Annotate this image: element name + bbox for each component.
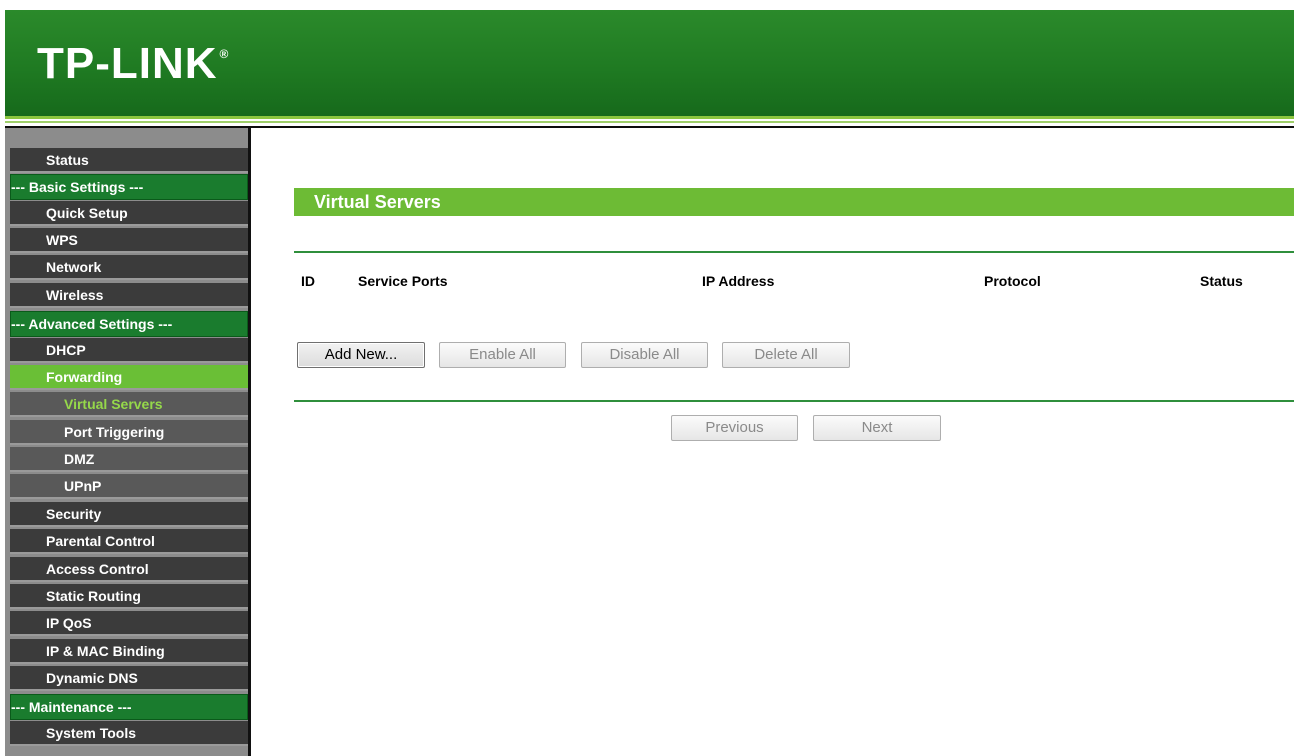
registered-mark: ® bbox=[219, 47, 230, 61]
column-header-id: ID bbox=[301, 273, 315, 289]
sidebar-item-wps[interactable]: WPS bbox=[10, 228, 248, 253]
sidebar-section-basic-settings: --- Basic Settings --- bbox=[10, 174, 248, 200]
sidebar-item-security[interactable]: Security bbox=[10, 502, 248, 527]
sidebar-item-quick-setup[interactable]: Quick Setup bbox=[10, 201, 248, 226]
enable-all-button[interactable]: Enable All bbox=[439, 342, 566, 368]
sidebar-item-network[interactable]: Network bbox=[10, 255, 248, 280]
sidebar-item-status[interactable]: Status bbox=[10, 148, 248, 173]
sidebar-item-wireless[interactable]: Wireless bbox=[10, 283, 248, 308]
page-title-bar: Virtual Servers bbox=[294, 188, 1294, 216]
column-header-protocol: Protocol bbox=[984, 273, 1041, 289]
delete-all-button[interactable]: Delete All bbox=[722, 342, 850, 368]
main-content: Virtual Servers ID Service Ports IP Addr… bbox=[251, 128, 1294, 756]
sidebar-item-access-control[interactable]: Access Control bbox=[10, 557, 248, 582]
sidebar-subitem-upnp[interactable]: UPnP bbox=[10, 474, 248, 499]
next-button[interactable]: Next bbox=[813, 415, 941, 441]
disable-all-button[interactable]: Disable All bbox=[581, 342, 708, 368]
column-header-status: Status bbox=[1200, 273, 1243, 289]
sidebar-subitem-dmz[interactable]: DMZ bbox=[10, 447, 248, 472]
page-title: Virtual Servers bbox=[314, 192, 441, 212]
tp-link-logo: TP-LINK ® bbox=[37, 42, 229, 86]
sidebar-section-advanced-settings: --- Advanced Settings --- bbox=[10, 311, 248, 337]
sidebar-item-dynamic-dns[interactable]: Dynamic DNS bbox=[10, 666, 248, 691]
sidebar-subitem-port-triggering[interactable]: Port Triggering bbox=[10, 420, 248, 445]
column-header-ip-address: IP Address bbox=[702, 273, 775, 289]
header: TP-LINK ® bbox=[0, 0, 1294, 128]
divider bbox=[294, 251, 1294, 253]
add-new-button[interactable]: Add New... bbox=[297, 342, 425, 368]
sidebar-item-static-routing[interactable]: Static Routing bbox=[10, 584, 248, 609]
sidebar-item-forwarding[interactable]: Forwarding bbox=[10, 365, 248, 390]
sidebar-item-ip-qos[interactable]: IP QoS bbox=[10, 611, 248, 636]
sidebar-subitem-virtual-servers[interactable]: Virtual Servers bbox=[10, 392, 248, 417]
header-divider bbox=[5, 116, 1294, 119]
sidebar: Status --- Basic Settings --- Quick Setu… bbox=[5, 128, 248, 756]
logo-text: TP-LINK bbox=[37, 39, 218, 88]
sidebar-item-dhcp[interactable]: DHCP bbox=[10, 338, 248, 363]
sidebar-item-system-tools[interactable]: System Tools bbox=[10, 721, 248, 746]
sidebar-item-parental-control[interactable]: Parental Control bbox=[10, 529, 248, 554]
column-header-service-ports: Service Ports bbox=[358, 273, 448, 289]
previous-button[interactable]: Previous bbox=[671, 415, 798, 441]
header-divider bbox=[5, 121, 1294, 123]
sidebar-section-maintenance: --- Maintenance --- bbox=[10, 694, 248, 720]
sidebar-item-ip-mac-binding[interactable]: IP & MAC Binding bbox=[10, 639, 248, 664]
divider bbox=[294, 400, 1294, 402]
